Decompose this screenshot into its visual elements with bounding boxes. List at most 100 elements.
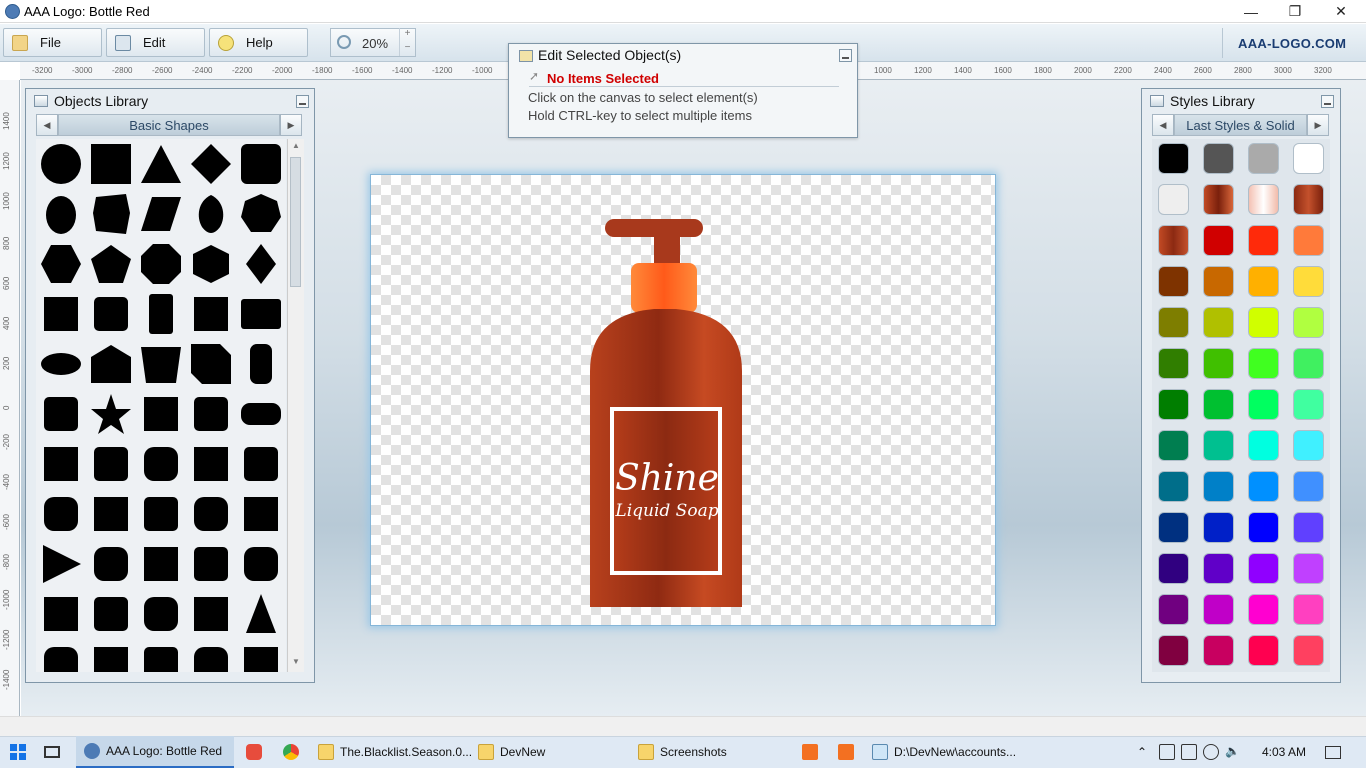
style-swatch[interactable] (1158, 348, 1189, 379)
shape-rounded-triangle[interactable] (186, 439, 236, 489)
task-view-button[interactable] (44, 736, 60, 768)
style-swatch[interactable] (1203, 143, 1234, 174)
taskbar-notepad[interactable]: D:\DevNew\accounts... (872, 736, 1016, 768)
shape-rounded-triangle-2[interactable] (186, 539, 236, 589)
style-swatch[interactable] (1158, 635, 1189, 666)
shape-circle[interactable] (36, 139, 86, 189)
edit-button[interactable]: Edit (106, 28, 205, 57)
shape-hexagon[interactable] (36, 239, 86, 289)
style-swatch[interactable] (1293, 594, 1324, 625)
shape-burst-sharp[interactable] (36, 589, 86, 639)
style-swatch[interactable] (1158, 143, 1189, 174)
style-swatch[interactable] (1248, 471, 1279, 502)
shape-rounded-rect-tall[interactable] (136, 289, 186, 339)
horizontal-scrollbar[interactable] (0, 716, 1366, 736)
shape-rounded-diamond[interactable] (86, 539, 136, 589)
style-swatch[interactable] (1158, 225, 1189, 256)
logo-canvas[interactable]: Shine Liquid Soap (370, 174, 996, 626)
logo-title[interactable]: Shine (604, 458, 730, 499)
style-swatch[interactable] (1293, 307, 1324, 338)
shape-arch-1[interactable] (36, 639, 86, 672)
minimize-button[interactable]: — (1228, 0, 1274, 23)
style-swatch[interactable] (1293, 635, 1324, 666)
shape-concave-2[interactable] (236, 639, 286, 672)
style-swatch[interactable] (1203, 225, 1234, 256)
shape-folded-corner[interactable] (186, 339, 236, 389)
shape-badge[interactable] (136, 439, 186, 489)
style-swatch[interactable] (1248, 143, 1279, 174)
style-swatch[interactable] (1293, 184, 1324, 215)
restore-button[interactable]: ❐ (1272, 0, 1318, 23)
objects-library-minimize-button[interactable] (296, 95, 309, 108)
style-swatch[interactable] (1248, 389, 1279, 420)
style-swatch[interactable] (1158, 266, 1189, 297)
shape-pill-wide[interactable] (236, 389, 286, 439)
style-swatch[interactable] (1158, 553, 1189, 584)
shapes-category[interactable]: Basic Shapes (58, 114, 280, 136)
style-swatch[interactable] (1248, 594, 1279, 625)
shape-square-2[interactable] (36, 389, 86, 439)
shape-heptagon[interactable] (236, 189, 286, 239)
style-swatch[interactable] (1203, 307, 1234, 338)
style-swatch[interactable] (1203, 512, 1234, 543)
style-swatch[interactable] (1158, 471, 1189, 502)
taskbar-folder-screenshots[interactable]: Screenshots (638, 736, 727, 768)
shape-arch-3[interactable] (136, 639, 186, 672)
shape-square[interactable] (86, 139, 136, 189)
shape-play[interactable] (36, 539, 86, 589)
taskbar-camera-app[interactable] (246, 736, 268, 768)
shape-trapezoid[interactable] (136, 339, 186, 389)
shape-rounded-square[interactable] (236, 139, 286, 189)
shape-pentagon-2[interactable] (86, 289, 136, 339)
style-swatch[interactable] (1248, 512, 1279, 543)
style-swatch[interactable] (1248, 184, 1279, 215)
styles-category[interactable]: Last Styles & Solid (1174, 114, 1307, 136)
style-swatch[interactable] (1203, 266, 1234, 297)
shape-heptagon-2[interactable] (36, 289, 86, 339)
style-swatch[interactable] (1158, 594, 1189, 625)
shape-hexagon-slant[interactable] (86, 189, 136, 239)
style-swatch[interactable] (1293, 143, 1324, 174)
style-swatch[interactable] (1158, 430, 1189, 461)
shape-star-8[interactable] (86, 589, 136, 639)
shape-house[interactable] (86, 339, 136, 389)
shapes-scrollbar[interactable]: ▲ ▼ (287, 139, 304, 672)
style-swatch[interactable] (1158, 512, 1189, 543)
taskbar-app-aaa-logo[interactable]: AAA Logo: Bottle Red (76, 736, 234, 768)
shape-concave-square[interactable] (236, 489, 286, 539)
shape-scalloped[interactable] (136, 539, 186, 589)
shape-ellipse[interactable] (36, 339, 86, 389)
shape-pentagon-house[interactable] (36, 489, 86, 539)
style-swatch[interactable] (1203, 389, 1234, 420)
styles-library-minimize-button[interactable] (1321, 95, 1334, 108)
taskbar-xampp-2[interactable] (838, 736, 860, 768)
shape-cube[interactable] (186, 239, 236, 289)
taskbar-xampp-1[interactable] (802, 736, 824, 768)
shape-flower[interactable] (136, 589, 186, 639)
style-swatch[interactable] (1248, 430, 1279, 461)
shapes-next-arrow[interactable]: ▶ (280, 114, 302, 136)
style-swatch[interactable] (1293, 266, 1324, 297)
start-button[interactable] (10, 736, 26, 768)
shape-corner[interactable] (136, 489, 186, 539)
style-swatch[interactable] (1293, 389, 1324, 420)
shape-egg[interactable] (36, 189, 86, 239)
shape-cloud[interactable] (236, 539, 286, 589)
style-swatch[interactable] (1203, 430, 1234, 461)
style-swatch[interactable] (1293, 225, 1324, 256)
shape-hexagon-2[interactable] (186, 289, 236, 339)
taskbar-folder-devnew[interactable]: DevNew (478, 736, 545, 768)
shape-star-burst-8[interactable] (136, 389, 186, 439)
shape-seal[interactable] (86, 439, 136, 489)
edit-panel-minimize-button[interactable] (839, 49, 852, 62)
style-swatch[interactable] (1293, 430, 1324, 461)
styles-prev-arrow[interactable]: ◀ (1152, 114, 1174, 136)
style-swatch[interactable] (1248, 635, 1279, 666)
style-swatch[interactable] (1248, 266, 1279, 297)
shape-trapezoid-2[interactable] (186, 639, 236, 672)
shape-wave-square[interactable] (186, 489, 236, 539)
bottle-graphic[interactable] (371, 175, 997, 627)
file-button[interactable]: File (3, 28, 102, 57)
style-swatch[interactable] (1293, 471, 1324, 502)
style-swatch[interactable] (1293, 348, 1324, 379)
